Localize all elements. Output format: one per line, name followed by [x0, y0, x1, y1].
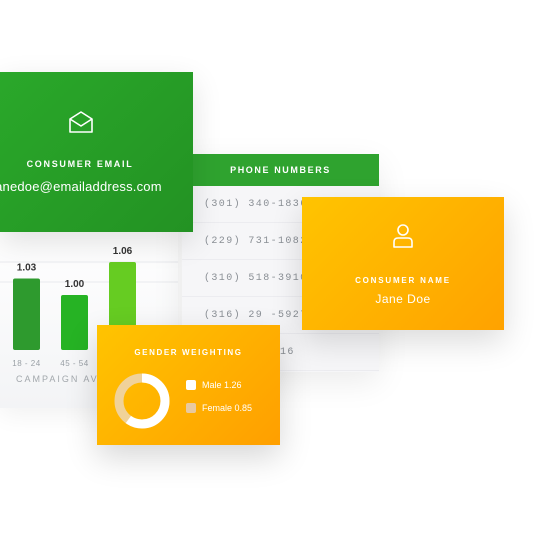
bar-category-label: 45 - 54 [60, 359, 88, 368]
legend-male: Male 1.26 [186, 380, 242, 390]
bar-value-label: 1.00 [65, 279, 85, 290]
consumer-name-card: CONSUMER NAME Jane Doe [302, 197, 504, 330]
gender-weighting-card: GENDER WEIGHTING Male 1.26 Female 0.85 [97, 325, 280, 445]
legend-swatch-female [186, 403, 196, 413]
consumer-name-title: CONSUMER NAME [355, 276, 451, 285]
legend-label-male: Male 1.26 [202, 380, 242, 390]
consumer-name-value: Jane Doe [375, 292, 431, 306]
bar-category-label: 18 - 24 [12, 359, 40, 368]
user-icon [392, 223, 414, 254]
consumer-email-value: janedoe@emailaddress.com [0, 179, 162, 194]
gender-donut-chart [114, 373, 170, 429]
bar-value-label: 1.03 [17, 263, 37, 274]
phone-numbers-title: PHONE NUMBERS [182, 154, 379, 186]
chart-bar [61, 295, 88, 350]
gender-weighting-title: GENDER WEIGHTING [134, 348, 243, 357]
consumer-email-title: CONSUMER EMAIL [26, 159, 134, 169]
chart-caption: CAMPAIGN AV [16, 374, 99, 384]
legend-swatch-male [186, 380, 196, 390]
legend-label-female: Female 0.85 [202, 403, 253, 413]
consumer-email-card: CONSUMER EMAIL janedoe@emailaddress.com [0, 72, 193, 232]
bar-value-label: 1.06 [113, 246, 133, 257]
chart-bar [13, 278, 40, 350]
legend-female: Female 0.85 [186, 403, 252, 413]
envelope-open-icon [68, 110, 94, 139]
